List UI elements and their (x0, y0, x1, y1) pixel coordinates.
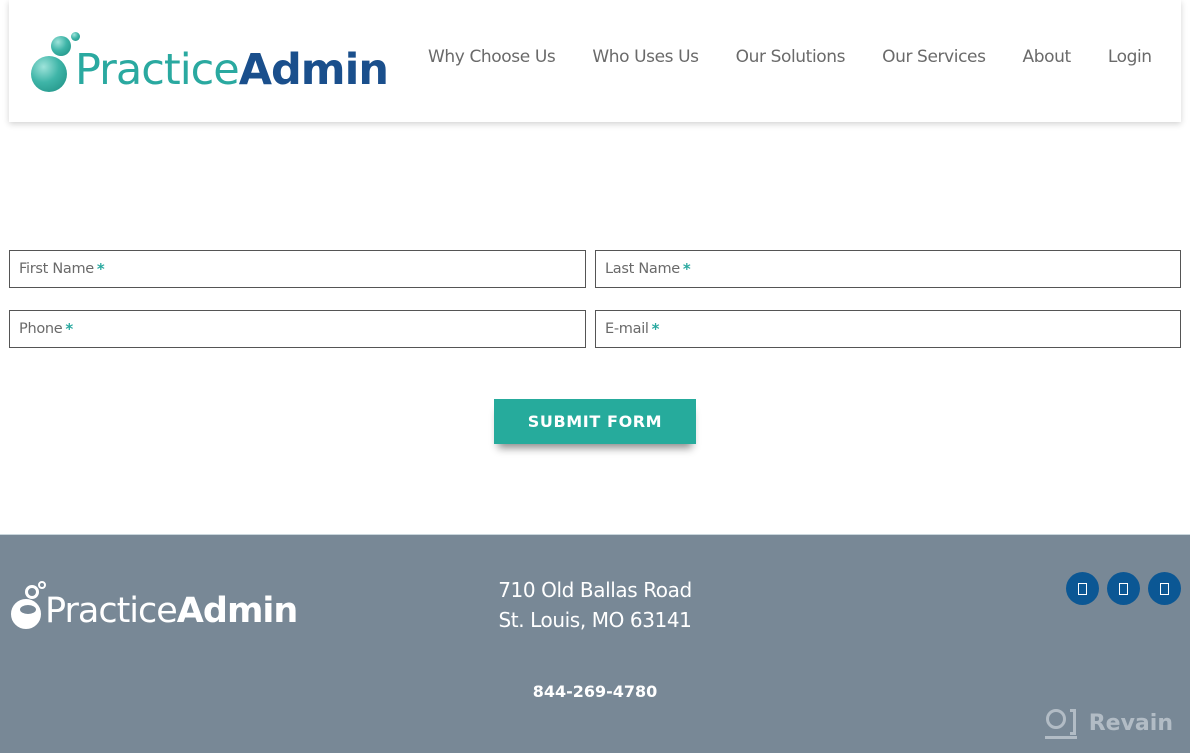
footer-phone[interactable]: 844-269-4780 (0, 682, 1190, 701)
required-asterisk: * (65, 320, 73, 338)
first-name-placeholder: First Name (19, 261, 94, 277)
address-line-1: 710 Old Ballas Road (498, 578, 692, 602)
nav-login[interactable]: Login (1108, 47, 1152, 67)
required-asterisk: * (96, 260, 105, 278)
revain-logo-icon (1044, 707, 1077, 739)
address-line-2: St. Louis, MO 63141 (498, 608, 692, 632)
revain-watermark: Revain (1044, 707, 1173, 739)
practiceadmin-logo[interactable]: PracticeAdmin (31, 28, 389, 95)
required-asterisk: * (651, 320, 660, 338)
logo-wordmark: PracticeAdmin (75, 45, 389, 95)
nav-our-services[interactable]: Our Services (882, 47, 986, 67)
submit-form-button[interactable]: SUBMIT FORM (494, 399, 696, 444)
social-icon-3[interactable] (1148, 572, 1181, 605)
nav-why-choose-us[interactable]: Why Choose Us (428, 47, 556, 67)
nav-about[interactable]: About (1023, 47, 1072, 67)
missing-glyph-icon (1160, 582, 1169, 595)
nav-our-solutions[interactable]: Our Solutions (736, 47, 846, 67)
revain-text: Revain (1088, 710, 1173, 736)
required-asterisk: * (682, 260, 691, 278)
site-footer: PracticeAdmin 710 Old Ballas Road St. Lo… (0, 534, 1190, 753)
social-links (1066, 572, 1181, 605)
last-name-placeholder: Last Name (605, 261, 680, 277)
missing-glyph-icon (1119, 582, 1128, 595)
last-name-field[interactable]: Last Name * (595, 250, 1181, 288)
email-field[interactable]: E-mail * (595, 310, 1181, 348)
main-nav: Why Choose Us Who Uses Us Our Solutions … (409, 0, 1170, 114)
footer-address: 710 Old Ballas Road St. Louis, MO 63141 (0, 575, 1190, 635)
missing-glyph-icon (1078, 582, 1087, 595)
social-icon-2[interactable] (1107, 572, 1140, 605)
social-icon-1[interactable] (1066, 572, 1099, 605)
phone-field[interactable]: Phone * (9, 310, 586, 348)
nav-who-uses-us[interactable]: Who Uses Us (592, 47, 699, 67)
site-header: PracticeAdmin Why Choose Us Who Uses Us … (9, 0, 1181, 122)
phone-placeholder: Phone (19, 321, 63, 337)
email-placeholder: E-mail (605, 321, 649, 337)
logo-bubbles-icon (31, 30, 80, 94)
first-name-field[interactable]: First Name * (9, 250, 586, 288)
